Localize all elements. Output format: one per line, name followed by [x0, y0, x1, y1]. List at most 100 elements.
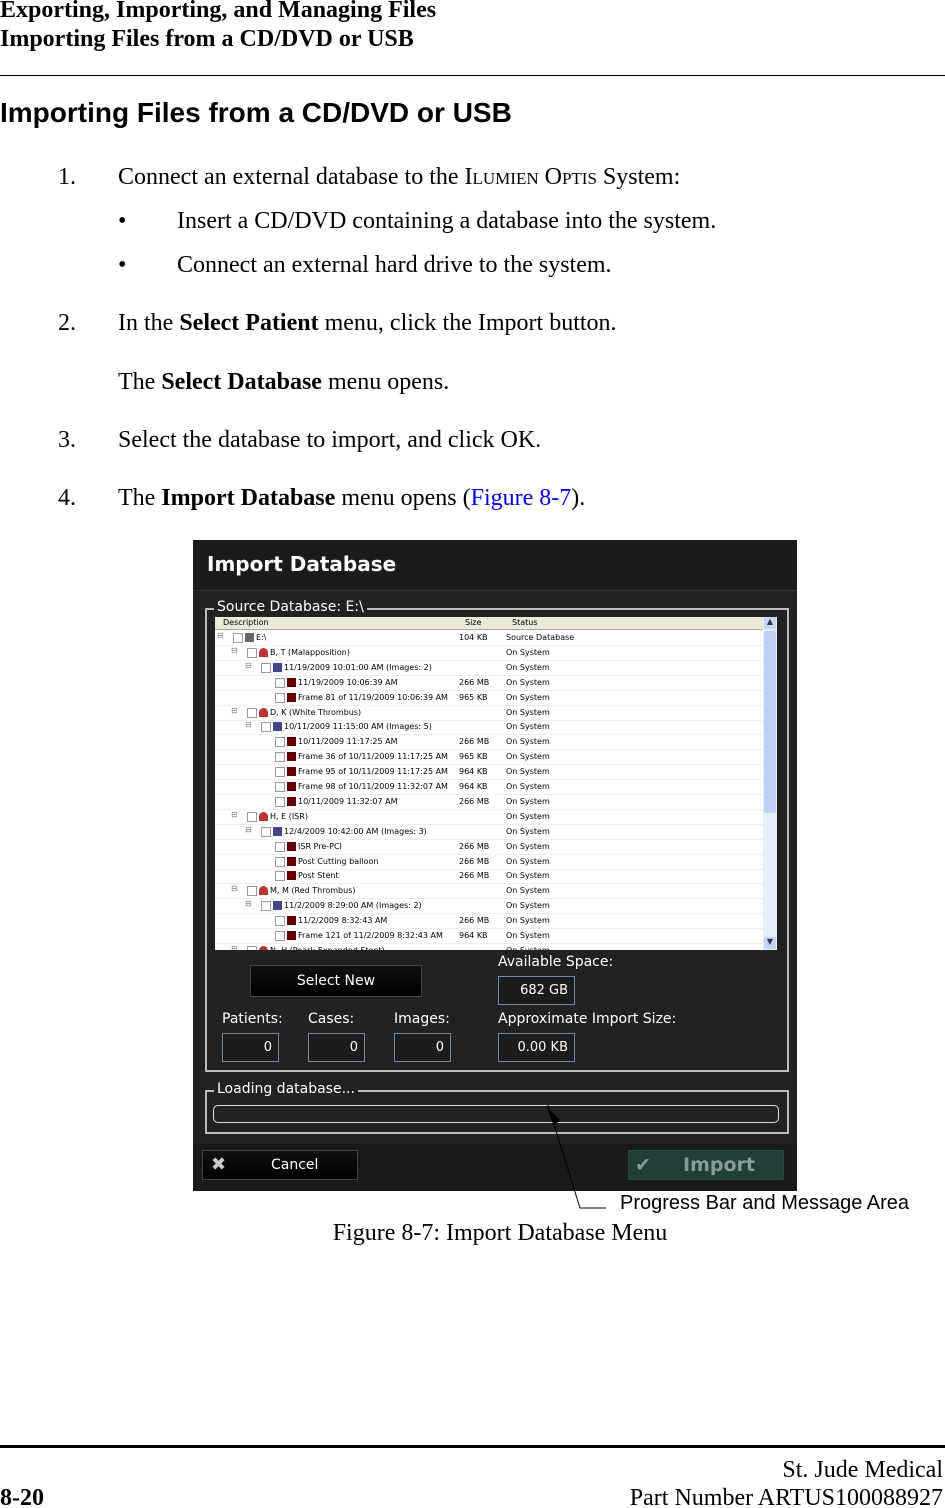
section-heading: Importing Files from a CD/DVD or USB [0, 97, 512, 128]
tree-row[interactable]: ⊟ M, M (Red Thrombus) On System [215, 883, 763, 900]
tree-row[interactable]: ⊟ 10/11/2009 11:15:00 AM (Images: 5) On Sy… [215, 719, 763, 736]
tree-row[interactable]: Post Stent 266 MB On System [215, 868, 763, 885]
row-description: B, T (Malapposition) [270, 647, 350, 657]
row-checkbox[interactable] [275, 767, 285, 778]
row-checkbox[interactable] [275, 871, 285, 882]
image-icon [287, 752, 296, 762]
tree-row[interactable]: Frame 36 of 10/11/2009 11:17:25 AM 965 KB… [215, 749, 763, 766]
step-1: Connect an external database to the Ilum… [118, 163, 680, 191]
step-number: 1. [58, 164, 76, 190]
row-checkbox[interactable] [261, 722, 271, 733]
row-status: On System [506, 737, 550, 747]
import-label: Import [683, 1154, 755, 1176]
tree-row[interactable]: ⊟ H, E (ISR) On System [215, 809, 763, 825]
import-size-label: Approximate Import Size: [498, 1011, 677, 1027]
row-checkbox[interactable] [261, 901, 271, 912]
row-size: 266 MB [459, 796, 490, 806]
tree-row[interactable]: ⊟ 12/4/2009 10:42:00 AM (Images: 3) On Sys… [215, 824, 763, 840]
case-icon [273, 722, 282, 732]
step-2-result: The Select Database menu opens. [118, 368, 449, 396]
row-checkbox[interactable] [275, 692, 285, 703]
tree-row[interactable]: Frame 121 of 11/2/2009 8:32:43 AM 964 KB O… [215, 928, 763, 944]
tree-row[interactable]: ⊟ D, K (White Thrombus) On System [215, 705, 763, 721]
row-checkbox[interactable] [247, 647, 257, 658]
product-name: Ilumien Optis [464, 164, 597, 190]
expand-toggle-icon[interactable]: ⊟ [231, 944, 238, 950]
row-status: Source Database [506, 633, 575, 642]
row-checkbox[interactable] [233, 633, 243, 643]
scroll-thumb[interactable] [764, 631, 776, 813]
list-scrollbar[interactable]: ▲ ▼ [763, 617, 777, 950]
row-description: H, E (ISR) [270, 811, 308, 821]
row-status: On System [506, 782, 550, 791]
expand-toggle-icon[interactable]: ⊟ [231, 884, 238, 893]
select-new-button[interactable]: Select New [250, 965, 422, 997]
row-checkbox[interactable] [247, 811, 257, 822]
column-status[interactable]: Status [512, 618, 538, 627]
scroll-up-icon[interactable]: ▲ [764, 617, 776, 629]
row-checkbox[interactable] [275, 677, 285, 688]
cancel-button[interactable]: ✖ Cancel [202, 1150, 358, 1180]
tree-row[interactable]: 11/2/2009 8:32:43 AM 266 MB On System [215, 913, 763, 930]
tree-row[interactable]: 10/11/2009 11:17:25 AM 266 MB On System [215, 734, 763, 751]
cases-label: Cases: [308, 1011, 355, 1027]
cases-field: 0 [308, 1033, 365, 1062]
expand-toggle-icon[interactable]: ⊟ [231, 646, 238, 655]
row-checkbox[interactable] [247, 945, 257, 950]
scroll-down-icon[interactable]: ▼ [764, 937, 776, 949]
tree-row[interactable]: ⊟ 11/19/2009 10:01:00 AM (Images: 2) On Sy… [215, 660, 763, 676]
tree-row[interactable]: Frame 98 of 10/11/2009 11:32:07 AM 964 KB… [215, 779, 763, 795]
tree-row[interactable]: ⊟ 11/2/2009 8:29:00 AM (Images: 2) On Syst… [215, 898, 763, 915]
column-size[interactable]: Size [465, 618, 481, 627]
tree-row[interactable]: 10/11/2009 11:32:07 AM 266 MB On System [215, 794, 763, 810]
image-icon [287, 692, 296, 702]
tree-row[interactable]: Post Cutting balloon 266 MB On System [215, 854, 763, 870]
expand-toggle-icon[interactable]: ⊟ [245, 661, 252, 670]
tree-row[interactable]: Frame 95 of 10/11/2009 11:17:25 AM 964 KB… [215, 764, 763, 781]
database-tree-list[interactable]: Description Size Status ⊟ E:\ 104 KB Source… [215, 617, 777, 950]
expand-toggle-icon[interactable]: ⊟ [231, 810, 238, 819]
row-checkbox[interactable] [275, 737, 285, 748]
row-description: M, M (Red Thrombus) [270, 886, 356, 896]
case-icon [273, 662, 282, 672]
row-checkbox[interactable] [275, 841, 285, 852]
row-description: N, H (Pearl: Expanded Stent) [270, 946, 385, 950]
tree-row[interactable]: ⊟ E:\ 104 KB Source Database [215, 630, 763, 646]
import-button[interactable]: ✔ Import [628, 1150, 784, 1180]
row-checkbox[interactable] [275, 856, 285, 867]
row-checkbox[interactable] [275, 916, 285, 927]
figure-link[interactable]: Figure 8-7 [471, 485, 572, 511]
patients-field: 0 [222, 1033, 279, 1062]
callout-leader-line [546, 1104, 606, 1209]
column-description[interactable]: Description [223, 618, 269, 627]
bullet: • [118, 208, 127, 234]
row-checkbox[interactable] [247, 886, 257, 897]
row-checkbox[interactable] [275, 931, 285, 941]
menu-name: Select Patient [179, 310, 319, 336]
tree-row[interactable]: 11/19/2009 10:06:39 AM 266 MB On System [215, 675, 763, 691]
row-checkbox[interactable] [247, 707, 257, 718]
tree-row[interactable]: ISR Pre-PCI 266 MB On System [215, 839, 763, 855]
tree-row[interactable]: ⊟ B, T (Malapposition) On System [215, 645, 763, 661]
running-header-section: Importing Files from a CD/DVD or USB [0, 26, 414, 52]
image-icon [287, 856, 296, 866]
expand-toggle-icon[interactable]: ⊟ [245, 720, 252, 729]
row-checkbox[interactable] [261, 826, 271, 837]
header-rule [0, 75, 945, 76]
row-status: On System [506, 841, 550, 851]
row-status: On System [506, 662, 550, 672]
row-checkbox[interactable] [275, 796, 285, 807]
tree-row[interactable]: ⊟ N, H (Pearl: Expanded Stent) On System [215, 943, 763, 950]
expand-toggle-icon[interactable]: ⊟ [231, 706, 238, 715]
row-checkbox[interactable] [275, 752, 285, 763]
tree-row[interactable]: Frame 81 of 11/19/2009 10:06:39 AM 965 KB… [215, 690, 763, 706]
row-status: On System [506, 707, 550, 717]
expand-toggle-icon[interactable]: ⊟ [217, 631, 224, 640]
row-description: 12/4/2009 10:42:00 AM (Images: 3) [284, 826, 427, 836]
row-checkbox[interactable] [261, 662, 271, 673]
row-description: Frame 36 of 10/11/2009 11:17:25 AM [298, 752, 448, 762]
expand-toggle-icon[interactable]: ⊟ [245, 899, 252, 908]
row-description: Frame 81 of 11/19/2009 10:06:39 AM [298, 692, 448, 702]
expand-toggle-icon[interactable]: ⊟ [245, 825, 252, 834]
row-checkbox[interactable] [275, 782, 285, 792]
